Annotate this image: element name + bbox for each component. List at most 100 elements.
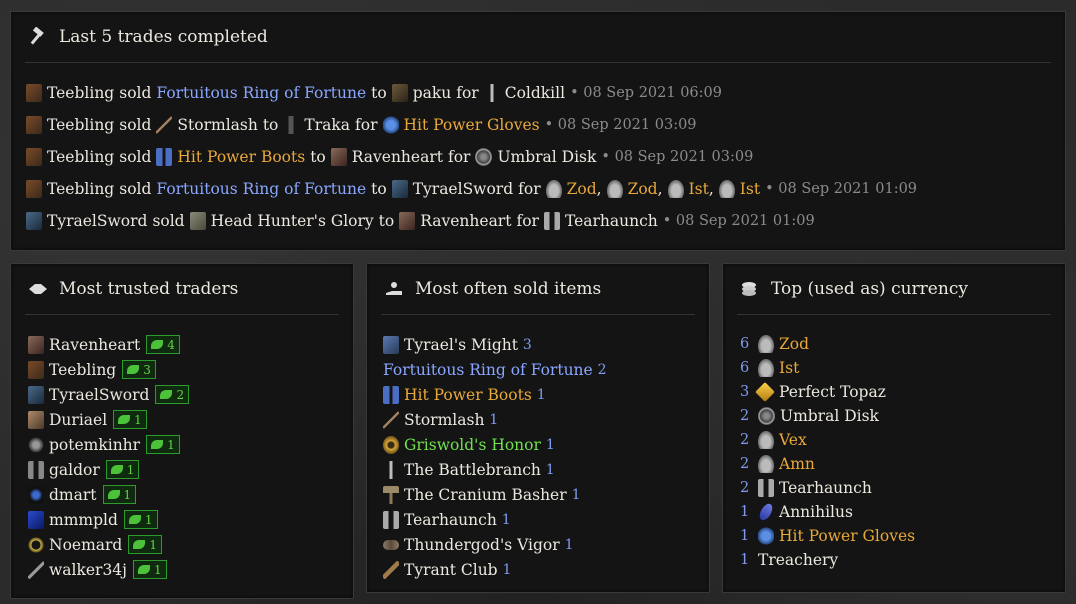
rune-icon bbox=[758, 359, 774, 377]
trader-link[interactable]: galdor bbox=[49, 461, 100, 479]
trade-time: • 08 Sep 2021 06:09 bbox=[570, 85, 722, 101]
currency-count: 1 bbox=[740, 528, 750, 544]
boots-icon bbox=[156, 148, 173, 166]
trader-row: Ravenheart 4 bbox=[28, 332, 353, 357]
trade-payment-link[interactable]: Zod bbox=[567, 180, 597, 198]
item-count: 3 bbox=[522, 336, 532, 353]
item-link[interactable]: Stormlash bbox=[404, 411, 484, 429]
trader-link[interactable]: dmart bbox=[49, 486, 97, 504]
trade-item-link[interactable]: Stormlash bbox=[177, 116, 257, 134]
avatar-icon bbox=[28, 385, 44, 404]
trust-badge: 1 bbox=[128, 535, 162, 554]
trade-for-word: for bbox=[456, 84, 479, 102]
trade-buyer-link[interactable]: Ravenheart bbox=[352, 148, 443, 166]
trader-row: dmart 1 bbox=[28, 482, 353, 507]
trade-to-word: to bbox=[262, 116, 279, 134]
currency-link[interactable]: Amn bbox=[779, 455, 815, 473]
leaf-icon bbox=[127, 365, 140, 374]
trade-item-link[interactable]: Fortuitous Ring of Fortune bbox=[156, 84, 366, 102]
item-link[interactable]: Hit Power Boots bbox=[404, 386, 532, 404]
item-row: Fortuitous Ring of Fortune 2 bbox=[383, 357, 709, 382]
currency-link[interactable]: Vex bbox=[779, 431, 807, 449]
avatar-icon bbox=[391, 180, 408, 198]
item-count: 1 bbox=[502, 561, 512, 578]
trade-seller-link[interactable]: Teebling bbox=[47, 84, 114, 102]
trade-seller-link[interactable]: Teebling bbox=[47, 180, 114, 198]
trade-buyer-link[interactable]: Ravenheart bbox=[420, 212, 511, 230]
trader-link[interactable]: Noemard bbox=[49, 536, 122, 554]
trade-payment-link[interactable]: Tearhaunch bbox=[565, 212, 658, 230]
currency-link[interactable]: Annihilus bbox=[779, 503, 853, 521]
item-row: The Cranium Basher 1 bbox=[383, 482, 709, 507]
trade-buyer-link[interactable]: paku bbox=[413, 84, 452, 102]
trade-item-link[interactable]: Hit Power Boots bbox=[177, 148, 305, 166]
item-link[interactable]: The Cranium Basher bbox=[404, 486, 567, 504]
rune-icon bbox=[758, 335, 774, 353]
trade-buyer-link[interactable]: TyraelSword bbox=[413, 180, 513, 198]
trade-item-link[interactable]: Fortuitous Ring of Fortune bbox=[156, 180, 366, 198]
item-link[interactable]: Tyrant Club bbox=[404, 561, 498, 579]
trade-buyer-link[interactable]: Traka bbox=[304, 116, 350, 134]
trader-link[interactable]: walker34j bbox=[49, 561, 127, 579]
trader-link[interactable]: Duriael bbox=[49, 411, 107, 429]
trade-payment-link[interactable]: Coldkill bbox=[505, 84, 565, 102]
currency-count: 2 bbox=[740, 432, 750, 448]
leaf-icon bbox=[107, 490, 120, 499]
item-link[interactable]: Thundergod's Vigor bbox=[404, 536, 560, 554]
item-row: Tyrant Club 1 bbox=[383, 557, 709, 582]
trade-payment-link[interactable]: Zod bbox=[628, 180, 658, 198]
trust-badge: 1 bbox=[113, 410, 147, 429]
item-link[interactable]: The Battlebranch bbox=[404, 461, 541, 479]
item-link[interactable]: Tyrael's Might bbox=[404, 336, 518, 354]
last-trades-header: Last 5 trades completed bbox=[11, 12, 1065, 62]
armor-icon bbox=[189, 212, 206, 230]
belt-icon bbox=[383, 539, 399, 550]
item-row: Thundergod's Vigor 1 bbox=[383, 532, 709, 557]
leaf-icon bbox=[151, 340, 164, 349]
currency-link[interactable]: Umbral Disk bbox=[780, 407, 879, 425]
trader-link[interactable]: potemkinhr bbox=[49, 436, 140, 454]
currency-link[interactable]: Hit Power Gloves bbox=[779, 527, 915, 545]
item-link[interactable]: Griswold's Honor bbox=[404, 436, 541, 454]
currency-link[interactable]: Ist bbox=[779, 359, 799, 377]
avatar-icon bbox=[330, 148, 347, 166]
trade-sold-word: sold bbox=[119, 148, 152, 166]
trader-link[interactable]: TyraelSword bbox=[49, 386, 149, 404]
item-count: 2 bbox=[597, 361, 607, 378]
item-row: Stormlash 1 bbox=[383, 407, 709, 432]
avatar-icon bbox=[26, 180, 42, 198]
item-link[interactable]: Fortuitous Ring of Fortune bbox=[383, 361, 593, 379]
item-row: Tyrael's Might 3 bbox=[383, 332, 709, 357]
currency-count: 2 bbox=[740, 408, 750, 424]
club-icon bbox=[383, 560, 399, 579]
charm-icon bbox=[757, 501, 775, 523]
trade-payment-link[interactable]: Hit Power Gloves bbox=[404, 116, 540, 134]
trade-seller-link[interactable]: Teebling bbox=[47, 148, 114, 166]
trade-payment-link[interactable]: Umbral Disk bbox=[497, 148, 596, 166]
currency-count: 1 bbox=[740, 552, 750, 568]
trade-payment-link[interactable]: Ist bbox=[689, 180, 709, 198]
trader-link[interactable]: Teebling bbox=[49, 361, 116, 379]
trade-time: • 08 Sep 2021 03:09 bbox=[601, 149, 754, 165]
currency-link[interactable]: Tearhaunch bbox=[779, 479, 872, 497]
trade-item-link[interactable]: Head Hunter's Glory bbox=[211, 212, 374, 230]
trade-payment-link[interactable]: Ist bbox=[740, 180, 760, 198]
currency-row: 2 Vex bbox=[740, 428, 1065, 452]
trust-count: 1 bbox=[149, 537, 157, 552]
trade-seller-link[interactable]: Teebling bbox=[47, 116, 114, 134]
trader-link[interactable]: Ravenheart bbox=[49, 336, 140, 354]
trust-count: 4 bbox=[167, 337, 175, 352]
trust-badge: 1 bbox=[102, 485, 137, 504]
currency-link[interactable]: Treachery bbox=[758, 551, 838, 569]
leg-armor-icon bbox=[543, 212, 560, 230]
currency-link[interactable]: Perfect Topaz bbox=[779, 383, 886, 401]
avatar-icon bbox=[28, 410, 44, 429]
boots-icon bbox=[383, 385, 399, 404]
item-link[interactable]: Tearhaunch bbox=[404, 511, 497, 529]
trade-sold-word: sold bbox=[119, 116, 152, 134]
trade-seller-link[interactable]: TyraelSword bbox=[47, 212, 147, 230]
currency-link[interactable]: Zod bbox=[779, 335, 809, 353]
item-row: Griswold's Honor 1 bbox=[383, 432, 709, 457]
trade-for-word: for bbox=[516, 212, 539, 230]
trader-link[interactable]: mmmpld bbox=[49, 511, 118, 529]
